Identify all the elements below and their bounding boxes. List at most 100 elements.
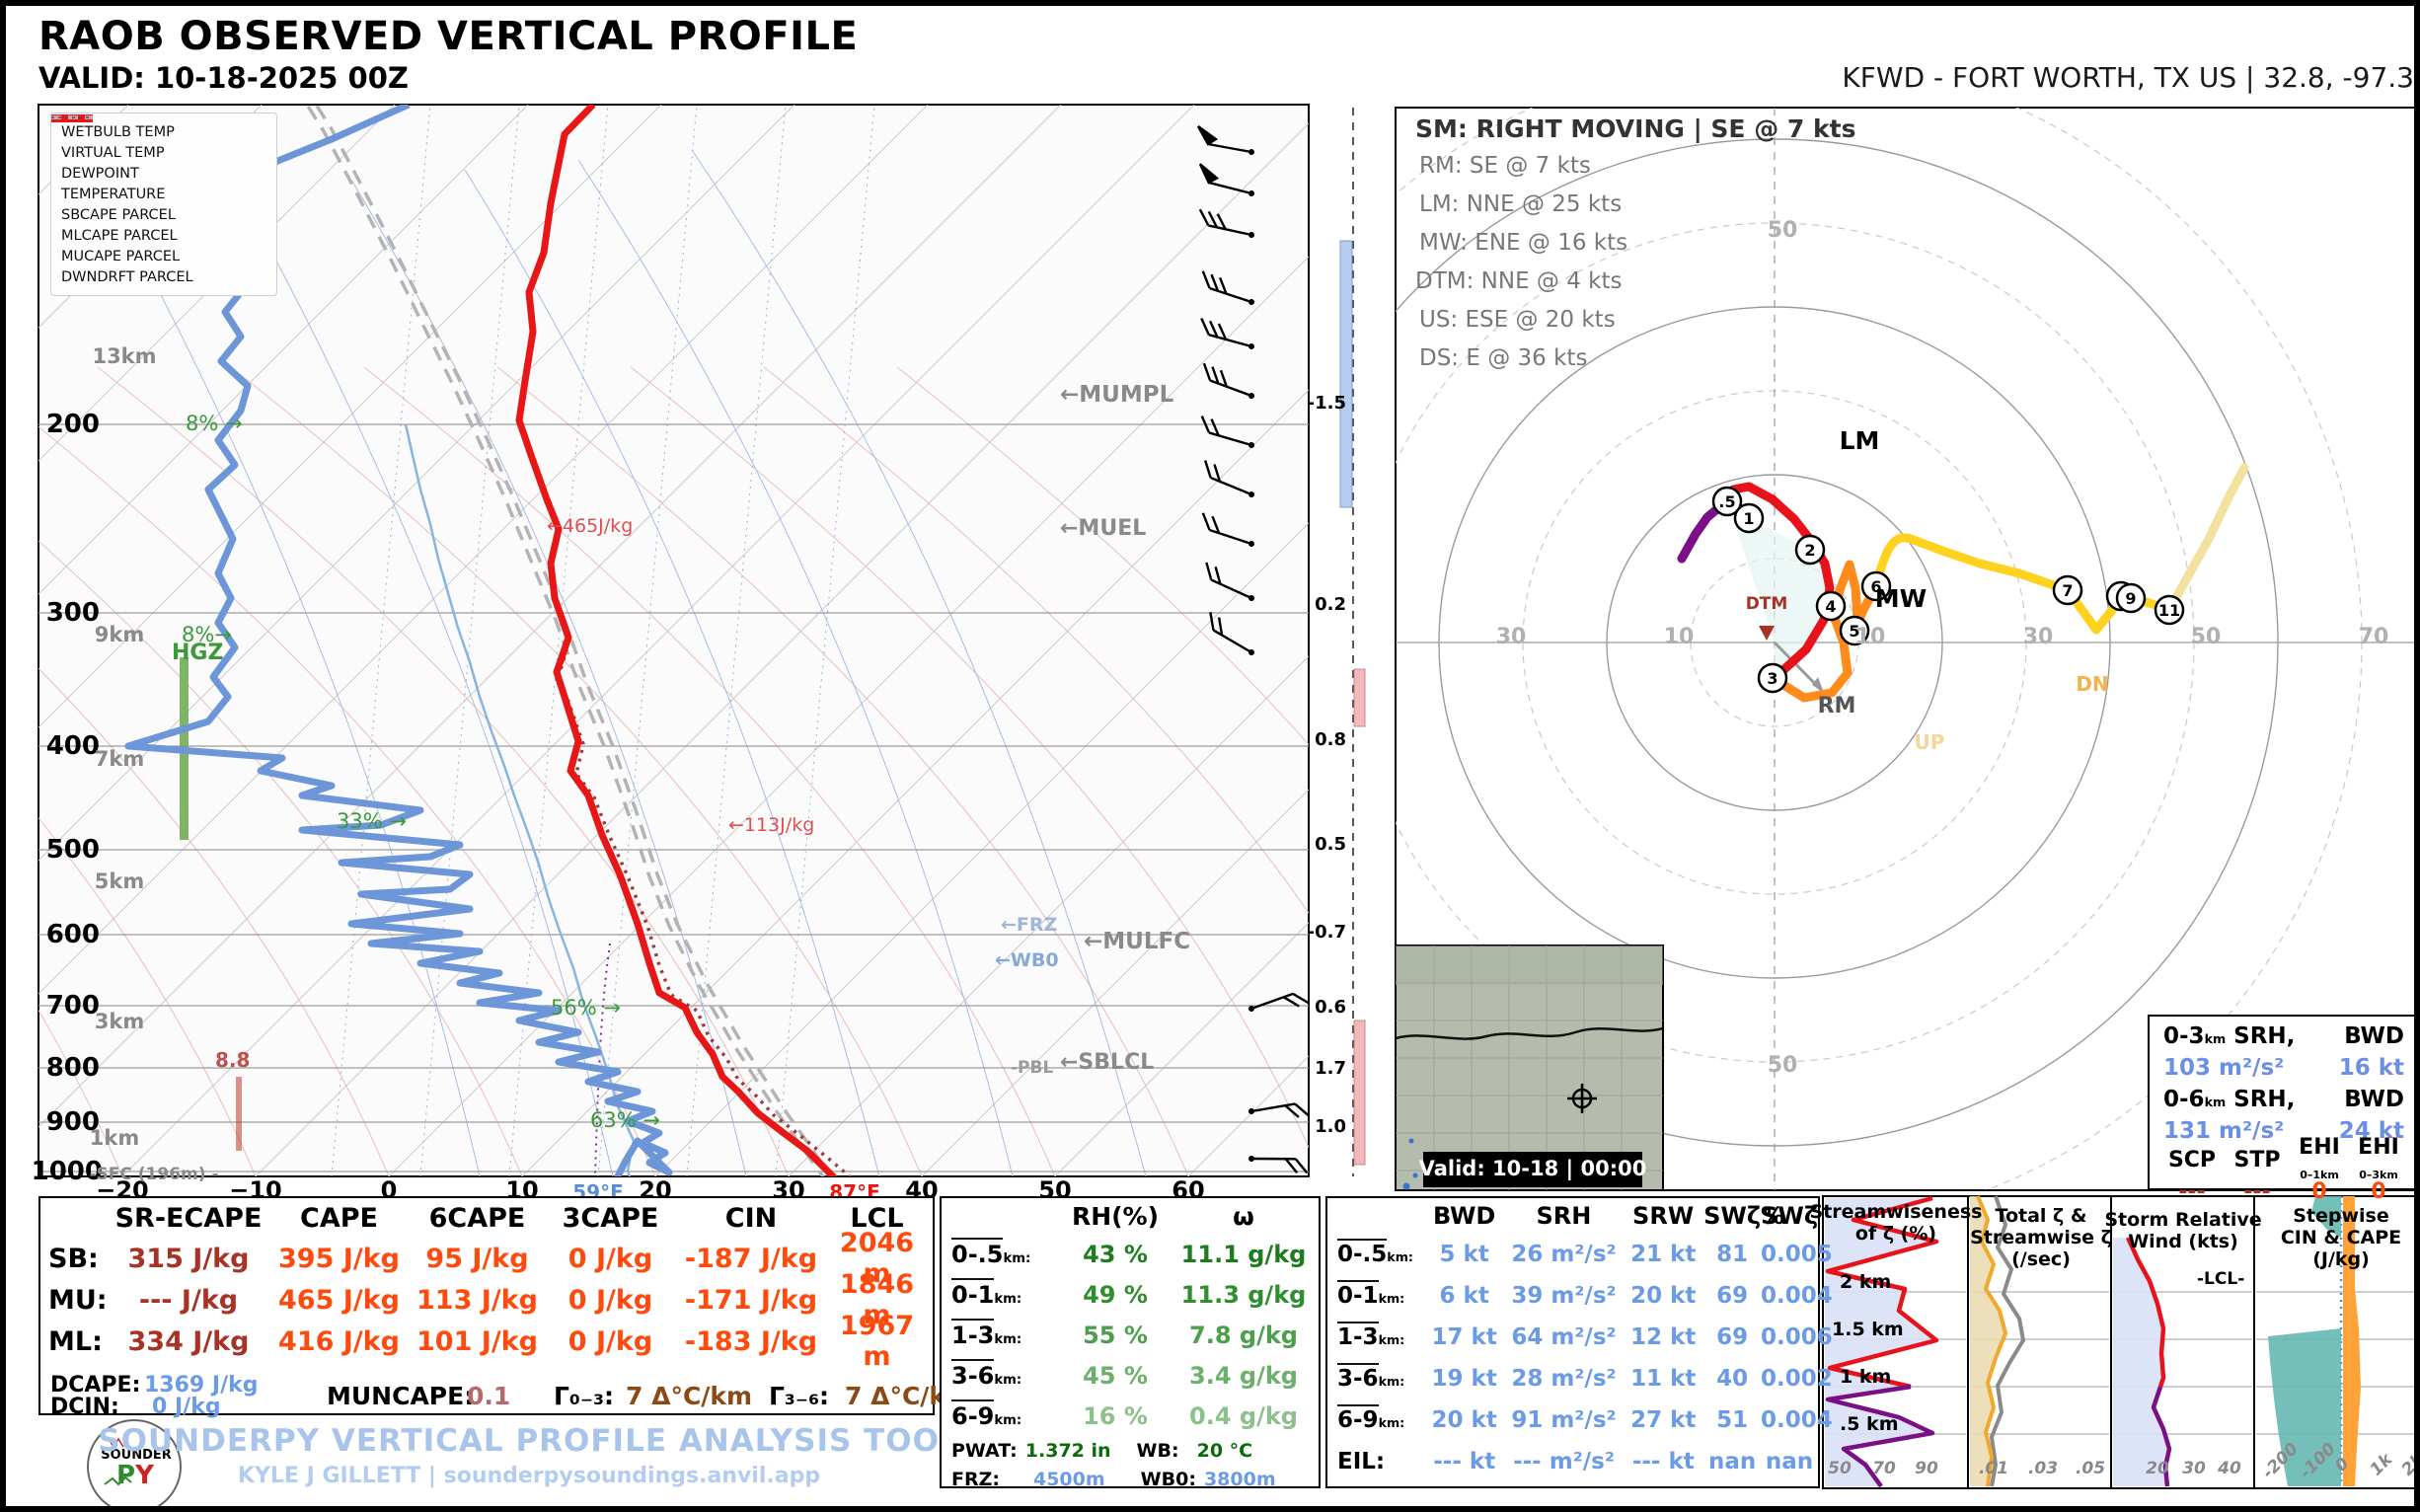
srh-range-label: 0-3km SRH, bbox=[2163, 1023, 2295, 1049]
dcape-value: 1369 J/kg bbox=[144, 1374, 259, 1397]
legend-item: TEMPERATURE bbox=[61, 184, 266, 204]
legend-label: SBCAPE PARCEL bbox=[61, 207, 176, 223]
mini-x-tick: .03 bbox=[2028, 1461, 2058, 1478]
omega-tick: 0.5 bbox=[1315, 836, 1346, 855]
table-row: EIL: --- kt --- m²/s² --- kt nan nan bbox=[1327, 1441, 1818, 1482]
rh-annotation: 63% → bbox=[590, 1109, 660, 1131]
ehi1-header: EHI0–1km bbox=[2290, 1135, 2349, 1184]
legend-label: WETBULB TEMP bbox=[61, 124, 175, 140]
skewt-legend: WETBULB TEMP VIRTUAL TEMP DEWPOINT TEMPE… bbox=[50, 113, 277, 296]
mini-x-tick: 70 bbox=[1872, 1461, 1896, 1478]
ring-label: 10 bbox=[1855, 626, 1886, 648]
sbcape-annotation: ←113J/kg bbox=[728, 816, 814, 836]
table-row: 3-6km: 19 kt 28 m²/s² 11 kt 40 0.002 bbox=[1327, 1358, 1818, 1399]
legend-item: SBCAPE PARCEL bbox=[61, 204, 266, 225]
mini-x-tick: 50 bbox=[1828, 1461, 1852, 1478]
table-row: 6-9km: 16 % 0.4 g/kg bbox=[942, 1396, 1319, 1436]
height-label: 3km bbox=[95, 1011, 144, 1032]
table-row: 0-1km: 49 % 11.3 g/kg bbox=[942, 1274, 1319, 1315]
scp-header: SCP bbox=[2159, 1148, 2225, 1172]
svg-text:1: 1 bbox=[1743, 509, 1754, 528]
col-header: 6CAPE bbox=[411, 1203, 544, 1234]
storm-motion-line: RM: SE @ 7 kts bbox=[1419, 154, 1591, 178]
ring-label: 30 bbox=[1496, 626, 1527, 648]
legend-item: VIRTUAL TEMP bbox=[61, 142, 266, 163]
table-row: 1-3km: 55 % 7.8 g/kg bbox=[942, 1315, 1319, 1355]
legend-item: WETBULB TEMP bbox=[61, 121, 266, 142]
up-label: UP bbox=[1915, 732, 1945, 753]
omega-tick: -0.7 bbox=[1308, 924, 1346, 943]
srh-0-3-value: 103 m²/s² bbox=[2163, 1055, 2284, 1081]
storm-motion-line: DS: E @ 36 kts bbox=[1419, 346, 1587, 370]
mini-x-tick: .01 bbox=[1979, 1461, 2008, 1478]
omega-tick: 0.2 bbox=[1315, 596, 1346, 615]
footer-credit: KYLE J GILLETT | sounderpysoundings.anvi… bbox=[238, 1465, 820, 1487]
table-row: 3-6km: 45 % 3.4 g/kg bbox=[942, 1355, 1319, 1396]
frz-value: 4500m bbox=[1033, 1469, 1105, 1490]
legend-item: DWNDRFT PARCEL bbox=[61, 266, 266, 287]
table-row: 1-3km: 17 kt 64 m²/s² 12 kt 69 0.006 bbox=[1327, 1317, 1818, 1358]
col-header: CAPE bbox=[267, 1203, 411, 1234]
wb0-table-label: WB0: bbox=[1141, 1469, 1196, 1490]
srh-range-label: 0-6km SRH, bbox=[2163, 1087, 2295, 1112]
svg-text:2: 2 bbox=[1804, 541, 1815, 560]
rh-annotation: 8% → bbox=[186, 413, 243, 434]
storm-motion-line: MW: ENE @ 16 kts bbox=[1419, 231, 1627, 255]
svg-text:.5: .5 bbox=[1718, 492, 1735, 511]
col-header: CIN bbox=[677, 1203, 825, 1234]
vorticity-title: Total ζ &Streamwise ζ(/sec) bbox=[1970, 1206, 2112, 1271]
mini-x-tick: 90 bbox=[1915, 1461, 1938, 1478]
col-header: 3CAPE bbox=[544, 1203, 677, 1234]
legend-label: DWNDRFT PARCEL bbox=[61, 269, 193, 285]
table-row: 0-.5km: 5 kt 26 m²/s² 21 kt 81 0.005 bbox=[1327, 1234, 1818, 1275]
table-row: 0-1km: 6 kt 39 m²/s² 20 kt 69 0.004 bbox=[1327, 1275, 1818, 1317]
omega-tick: 1.0 bbox=[1315, 1118, 1346, 1137]
ring-label: 10 bbox=[1664, 626, 1695, 648]
raob-vertical-profile-screenshot: .5 1 2 3 4 5 6 7 8 9 11 bbox=[0, 0, 2420, 1512]
legend-item: MUCAPE PARCEL bbox=[61, 246, 266, 266]
muel-label: ←MUEL bbox=[1060, 517, 1146, 540]
srw-title: Storm RelativeWind (kts) bbox=[2104, 1210, 2261, 1253]
legend-label: MLCAPE PARCEL bbox=[61, 228, 178, 244]
omega-tick: 1.7 bbox=[1315, 1060, 1346, 1079]
pressure-label: 300 bbox=[46, 600, 100, 627]
thermo-table: SR-ECAPE CAPE 6CAPE 3CAPE CIN LCL SB: 31… bbox=[38, 1196, 935, 1415]
rh-annotation: 56% → bbox=[551, 997, 621, 1019]
stp-header: STP bbox=[2225, 1148, 2290, 1172]
pressure-label: 700 bbox=[46, 993, 100, 1020]
lcl-marker-label: -LCL- bbox=[2197, 1271, 2244, 1289]
col-header: SR-ECAPE bbox=[110, 1203, 267, 1234]
mucape-annotation: ←465J/kg bbox=[547, 517, 633, 537]
moisture-table: RH(%) ω 0-.5km: 43 % 11.1 g/kg 0-1km: 49… bbox=[940, 1196, 1321, 1488]
svg-text:4: 4 bbox=[1825, 597, 1836, 616]
table-row: MU: --- J/kg 465 J/kg 113 J/kg 0 J/kg -1… bbox=[40, 1279, 933, 1321]
pbl-label: -PBL bbox=[1011, 1060, 1053, 1078]
pressure-label: 400 bbox=[46, 733, 100, 760]
streamwiseness-title: Streamwisenessof ζ (%) bbox=[1810, 1202, 1983, 1246]
map-inset bbox=[1396, 945, 1663, 1190]
rh-annotation: 33% → bbox=[337, 810, 407, 832]
dcape-bar bbox=[236, 1077, 242, 1151]
logo-text-bottom: PY bbox=[116, 1463, 154, 1489]
lapse-0-3-label: Γ₀₋₃: bbox=[554, 1384, 614, 1409]
svg-text:9: 9 bbox=[2125, 589, 2136, 608]
mini-x-tick: .05 bbox=[2076, 1461, 2105, 1478]
rm-label: RM bbox=[1818, 695, 1856, 718]
omega-header: ω bbox=[1174, 1202, 1313, 1231]
ring-label: 50 bbox=[2191, 626, 2222, 648]
legend-item: MLCAPE PARCEL bbox=[61, 225, 266, 246]
mulfc-label: ←MULFC bbox=[1084, 930, 1190, 953]
wb0-label: ←WB0 bbox=[995, 951, 1059, 971]
map-valid-label: Valid: 10-18 | 00:00 bbox=[1419, 1158, 1647, 1179]
ring-label: 70 bbox=[2359, 626, 2389, 648]
pwat-label: PWAT: bbox=[951, 1440, 1018, 1462]
svg-text:11: 11 bbox=[2158, 601, 2180, 620]
table-row: ML: 334 J/kg 416 J/kg 101 J/kg 0 J/kg -1… bbox=[40, 1321, 933, 1362]
muncape-value: 0.1 bbox=[467, 1384, 510, 1409]
storm-motion-header: SM: RIGHT MOVING | SE @ 7 kts bbox=[1415, 116, 1855, 142]
pwat-value: 1.372 in bbox=[1025, 1440, 1111, 1462]
ring-label: 50 bbox=[1768, 219, 1798, 242]
mini-x-tick: 30 bbox=[2182, 1461, 2206, 1478]
omega-tick: 0.8 bbox=[1315, 731, 1346, 750]
mini-x-tick: 40 bbox=[2218, 1461, 2241, 1478]
